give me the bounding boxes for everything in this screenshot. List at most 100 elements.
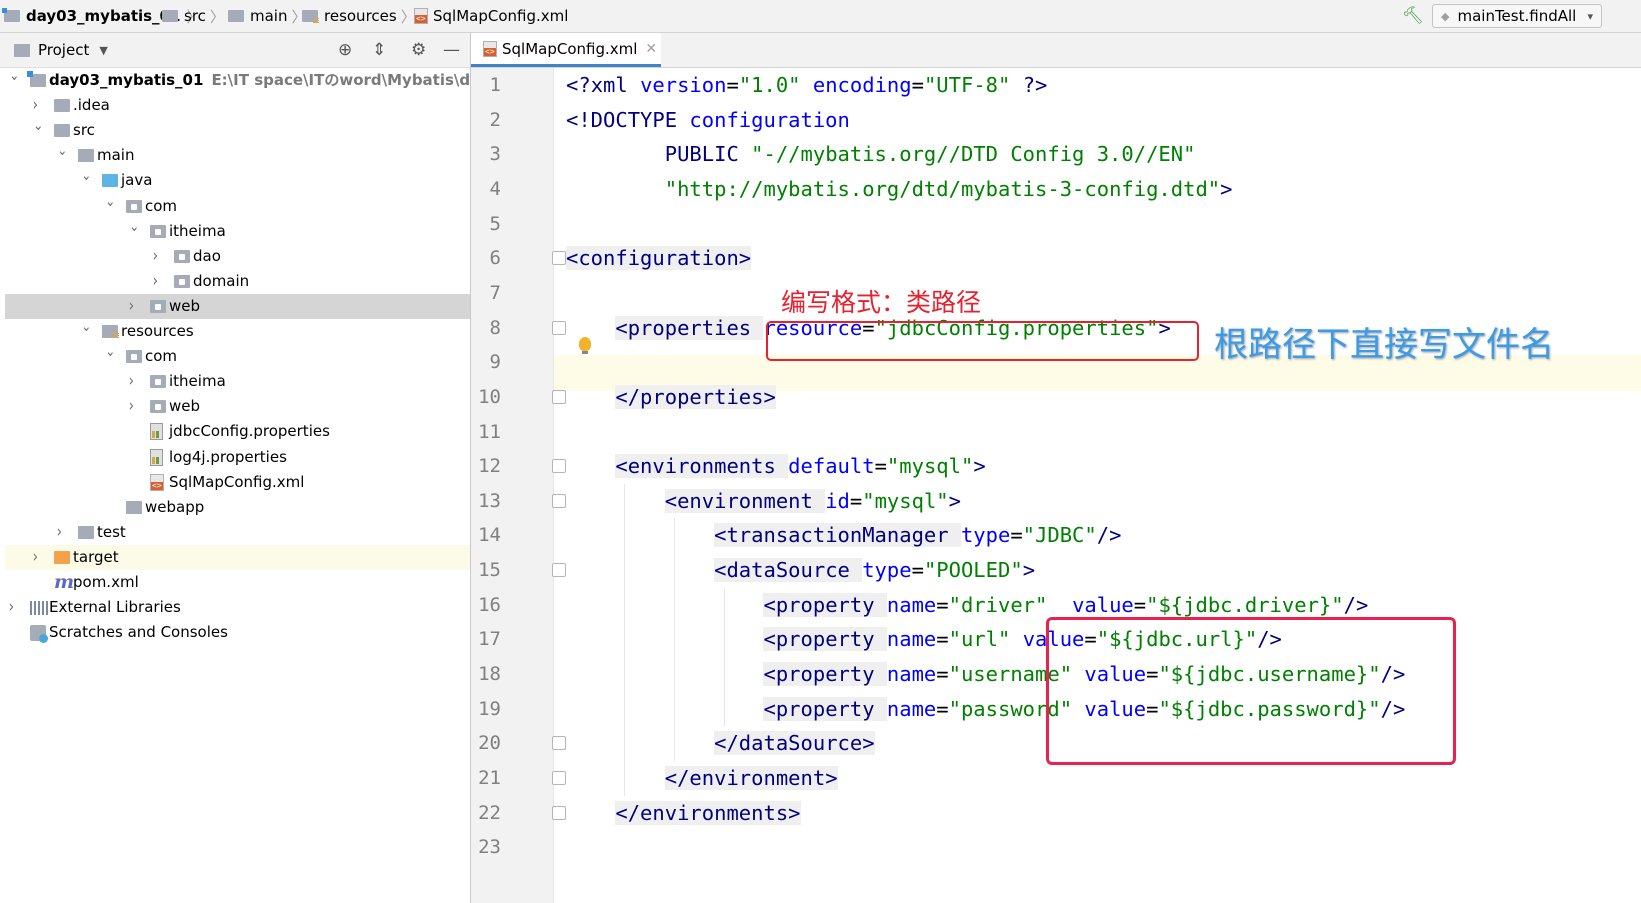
tree-item-domain[interactable]: › domain — [5, 269, 470, 294]
fold-marker-icon[interactable] — [552, 736, 566, 751]
code-token: "1.0" — [738, 73, 801, 97]
tree-item-external-libraries[interactable]: › External Libraries — [5, 595, 470, 620]
folder-icon — [78, 149, 94, 163]
tree-item-itheima[interactable]: ⌄ itheima — [5, 217, 470, 244]
code-line: <configuration> — [566, 241, 752, 276]
run-configuration-dropdown[interactable]: ◆ mainTest.findAll ▾ — [1432, 4, 1602, 28]
tree-item-idea[interactable]: › .idea — [5, 93, 470, 118]
code-token: name — [886, 696, 937, 721]
tree-item-web[interactable]: › web — [5, 293, 470, 319]
code-token: name — [886, 592, 937, 617]
tree-item-main[interactable]: ⌄ main — [5, 141, 470, 168]
project-view-selector[interactable]: Project ▼ — [14, 41, 108, 59]
code-line: <transactionManager type="JDBC"/> — [566, 518, 1121, 553]
hide-panel-icon[interactable]: — — [443, 40, 460, 60]
line-number: 16 — [478, 593, 501, 616]
code-line: <environments default="mysql"> — [566, 449, 986, 484]
chevron-right-icon[interactable]: › — [9, 595, 14, 620]
lightbulb-icon[interactable] — [579, 337, 591, 354]
line-number: 4 — [489, 177, 501, 200]
tree-item-java[interactable]: ⌄ java — [5, 166, 470, 193]
chevron-right-icon[interactable]: › — [129, 369, 134, 394]
tree-item-day03-mybatis-01[interactable]: ⌄ day03_mybatis_01 E:\IT space\ITのword\Myb… — [5, 66, 518, 93]
code-token: id — [825, 488, 850, 513]
code-token: = — [936, 662, 949, 687]
tab-sqlmapconfig[interactable]: SqlMapConfig.xml ✕ — [471, 33, 661, 67]
chevron-down-icon[interactable]: ⌄ — [105, 339, 115, 364]
chevron-down-icon[interactable]: ⌄ — [33, 113, 43, 138]
tree-item-label: day03_mybatis_01 E:\IT space\ITのword\Myba… — [49, 71, 518, 89]
chevron-right-icon[interactable]: › — [129, 294, 134, 319]
code-token: = — [936, 627, 949, 652]
tree-item-pom-xml[interactable]: m pom.xml — [5, 570, 470, 595]
tree-item-sqlmapconfig-xml[interactable]: SqlMapConfig.xml — [5, 470, 470, 495]
close-icon[interactable]: ✕ — [645, 41, 657, 57]
tree-item-label: webapp — [145, 497, 205, 516]
tree-item-label: External Libraries — [49, 598, 181, 617]
chevron-down-icon[interactable]: ⌄ — [81, 314, 91, 339]
code-line: </dataSource> — [566, 726, 875, 761]
tree-item-webapp[interactable]: webapp — [5, 495, 470, 520]
code-token: "POOLED" — [923, 558, 1023, 583]
chevron-right-icon[interactable]: › — [57, 520, 62, 545]
chevron-down-icon[interactable]: ⌄ — [81, 163, 91, 188]
chevron-right-icon[interactable]: › — [153, 244, 158, 269]
tree-item-test[interactable]: › test — [5, 520, 470, 545]
breadcrumb-main[interactable]: main 〉 — [228, 5, 307, 27]
fold-marker-icon[interactable] — [552, 771, 566, 785]
line-number: 22 — [478, 801, 501, 824]
line-number: 11 — [478, 420, 501, 443]
source-folder-icon — [102, 174, 118, 188]
fold-marker-icon[interactable] — [552, 320, 566, 335]
code-line: PUBLIC "-//mybatis.org//DTD Config 3.0//… — [566, 137, 1196, 172]
fold-marker-icon[interactable] — [552, 251, 566, 266]
chevron-down-icon[interactable]: ⌄ — [57, 138, 67, 163]
line-number: 18 — [478, 663, 501, 686]
chevron-right-icon[interactable]: › — [129, 394, 134, 419]
collapse-all-icon[interactable]: ⇕ — [372, 40, 386, 60]
line-number: 7 — [489, 281, 501, 304]
tree-item-com[interactable]: ⌄ com — [5, 192, 470, 219]
tree-item-resources[interactable]: ⌄ resources — [5, 317, 470, 344]
code-editor[interactable]: <?xml version="1.0" encoding="UTF-8" ?> <… — [554, 68, 1641, 903]
code-token: configuration — [689, 107, 850, 132]
package-icon — [150, 299, 166, 313]
chevron-right-icon[interactable]: › — [153, 269, 158, 294]
tree-item-scratches-and-consoles[interactable]: Scratches and Consoles — [5, 620, 470, 645]
code-token: encoding — [812, 73, 912, 97]
tree-item-label: itheima — [169, 372, 226, 391]
tree-item-target[interactable]: › target — [5, 544, 470, 570]
xml-file-icon — [483, 40, 497, 57]
fold-marker-icon[interactable] — [552, 563, 566, 578]
gear-icon[interactable]: ⚙ — [411, 40, 426, 60]
code-token: type — [862, 558, 912, 583]
locate-target-icon[interactable]: ⊕ — [338, 40, 352, 60]
tree-item-label: main — [97, 146, 135, 165]
code-line: <?xml version="1.0" encoding="UTF-8" ?> — [566, 68, 1047, 103]
breadcrumb-src[interactable]: src 〉 — [162, 5, 225, 27]
line-number: 23 — [478, 836, 501, 859]
breadcrumb-file[interactable]: SqlMapConfig.xml — [414, 5, 568, 27]
tree-item-itheima[interactable]: › itheima — [5, 369, 470, 394]
chevron-down-icon[interactable]: ⌄ — [129, 214, 139, 239]
tree-item-log4j-properties[interactable]: log4j.properties — [5, 445, 470, 470]
chevron-down-icon[interactable]: ⌄ — [105, 189, 115, 214]
chevron-down-icon[interactable]: ⌄ — [9, 63, 19, 88]
tree-item-web[interactable]: › web — [5, 394, 470, 419]
tree-item-dao[interactable]: › dao — [5, 244, 470, 269]
line-number: 2 — [489, 108, 501, 131]
tree-item-com[interactable]: ⌄ com — [5, 342, 470, 369]
breadcrumb-resources[interactable]: resources 〉 — [302, 5, 416, 27]
tree-item-jdbcconfig-properties[interactable]: jdbcConfig.properties — [5, 419, 470, 444]
fold-marker-icon[interactable] — [552, 459, 566, 474]
chevron-right-icon[interactable]: › — [33, 545, 38, 570]
build-hammer-icon[interactable]: 🔨︎ — [1402, 6, 1424, 26]
tree-item-src[interactable]: ⌄ src — [5, 116, 470, 143]
fold-marker-icon[interactable] — [552, 805, 566, 820]
fold-marker-icon[interactable] — [552, 493, 566, 508]
code-token: PUBLIC — [566, 142, 752, 167]
fold-marker-icon[interactable] — [552, 389, 566, 404]
